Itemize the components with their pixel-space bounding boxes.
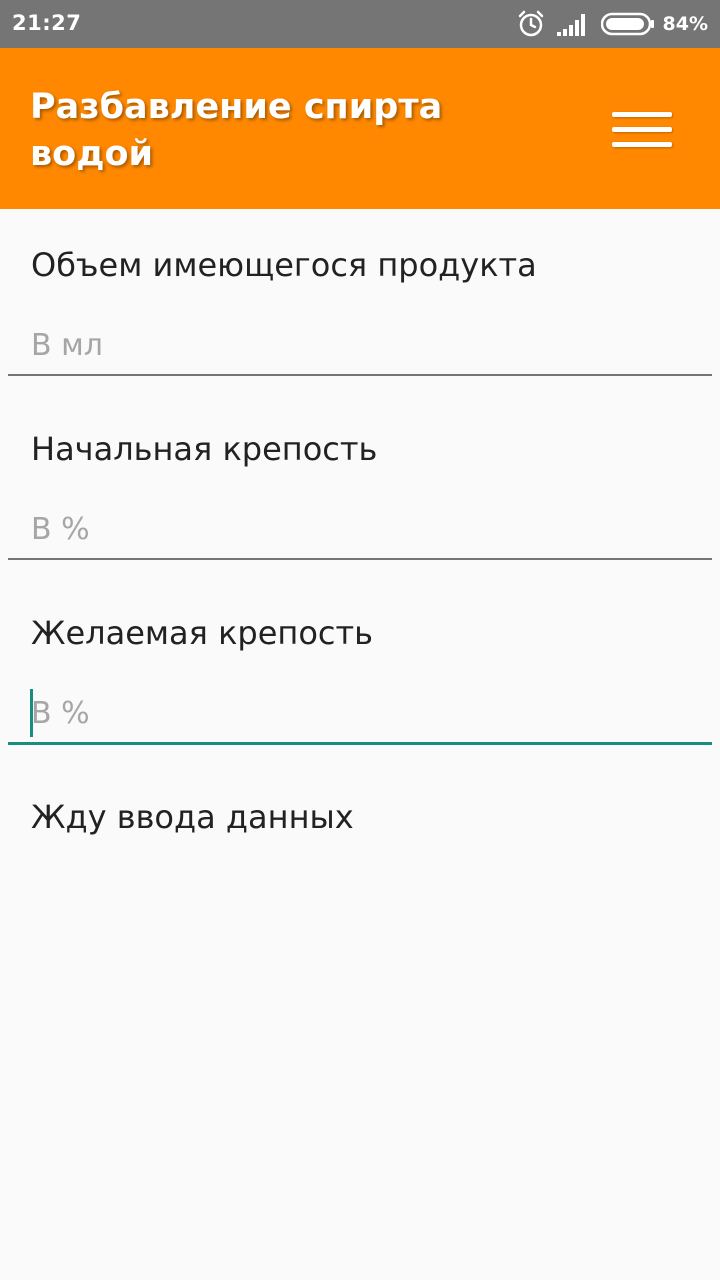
desired-strength-label: Желаемая крепость [31,614,373,652]
battery-icon [600,12,655,36]
signal-icon [556,12,589,36]
result-status-text: Жду ввода данных [31,798,354,836]
hamburger-menu-icon [612,112,672,147]
text-cursor [30,689,33,737]
menu-button[interactable] [600,98,684,162]
battery-percent: 84% [662,13,708,35]
volume-input[interactable] [8,316,712,376]
alarm-icon [517,10,545,38]
status-time: 21:27 [12,11,82,35]
volume-label: Объем имеющегося продукта [31,246,537,284]
initial-strength-label: Начальная крепость [31,430,378,468]
app-title: Разбавление спирта водой [30,87,443,174]
status-icons: 84% [517,9,708,39]
app-bar: Разбавление спирта водой [0,48,720,209]
status-bar: 21:27 84% [0,0,720,48]
desired-strength-input[interactable] [8,685,712,745]
initial-strength-input[interactable] [8,500,712,560]
